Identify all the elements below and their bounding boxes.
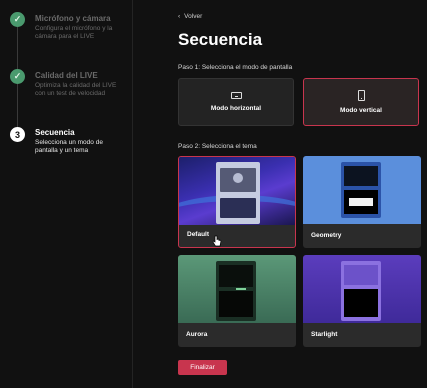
mode-horizontal-button[interactable]: Modo horizontal: [178, 78, 294, 126]
step-description: Configura el micrófono y la cámara para …: [35, 25, 113, 40]
step-connector: [17, 84, 18, 127]
sidebar-divider: [132, 0, 133, 388]
back-link[interactable]: ‹ Volver: [178, 13, 202, 20]
theme-preview: [303, 156, 421, 224]
mouse-cursor-icon: [212, 234, 222, 252]
back-label: Volver: [184, 13, 203, 20]
mode-label: Modo vertical: [340, 107, 382, 114]
check-icon: ✓: [10, 69, 25, 84]
step-description: Optimiza la calidad del LIVE con un test…: [35, 82, 117, 97]
horizontal-device-icon: [230, 92, 242, 99]
phone-preview: [341, 261, 381, 321]
step-number: 3: [10, 127, 25, 142]
theme-preview: [179, 157, 295, 225]
theme-name: Aurora: [186, 331, 208, 338]
step-title: Secuencia: [35, 128, 75, 137]
theme-card-geometry[interactable]: Geometry: [303, 156, 421, 248]
steps-sidebar: ✓ Micrófono y cámara Configura el micróf…: [0, 0, 133, 388]
phone-preview: [216, 261, 256, 321]
step-title: Micrófono y cámara: [35, 14, 111, 23]
theme-preview: [178, 255, 296, 323]
step-description: Selecciona un modo de pantalla y un tema: [35, 139, 103, 154]
step2-label: Paso 2: Selecciona el tema: [178, 143, 257, 150]
page-title: Secuencia: [178, 30, 263, 49]
theme-name: Geometry: [311, 232, 342, 239]
chevron-left-icon: ‹: [178, 13, 181, 20]
theme-card-aurora[interactable]: Aurora: [178, 255, 296, 347]
mode-label: Modo horizontal: [210, 105, 262, 112]
step-connector: [17, 27, 18, 74]
theme-card-default[interactable]: Default: [178, 156, 296, 248]
theme-card-starlight[interactable]: Starlight: [303, 255, 421, 347]
mode-vertical-button[interactable]: Modo vertical: [303, 78, 419, 126]
step-title: Calidad del LIVE: [35, 71, 98, 80]
finish-button[interactable]: Finalizar: [178, 360, 227, 375]
step1-label: Paso 1: Selecciona el modo de pantalla: [178, 64, 293, 71]
theme-name: Starlight: [311, 331, 338, 338]
vertical-device-icon: [357, 90, 365, 101]
phone-preview: [341, 162, 381, 218]
theme-preview: [303, 255, 421, 323]
check-icon: ✓: [10, 12, 25, 27]
phone-preview: [216, 162, 260, 224]
theme-name: Default: [187, 231, 210, 238]
